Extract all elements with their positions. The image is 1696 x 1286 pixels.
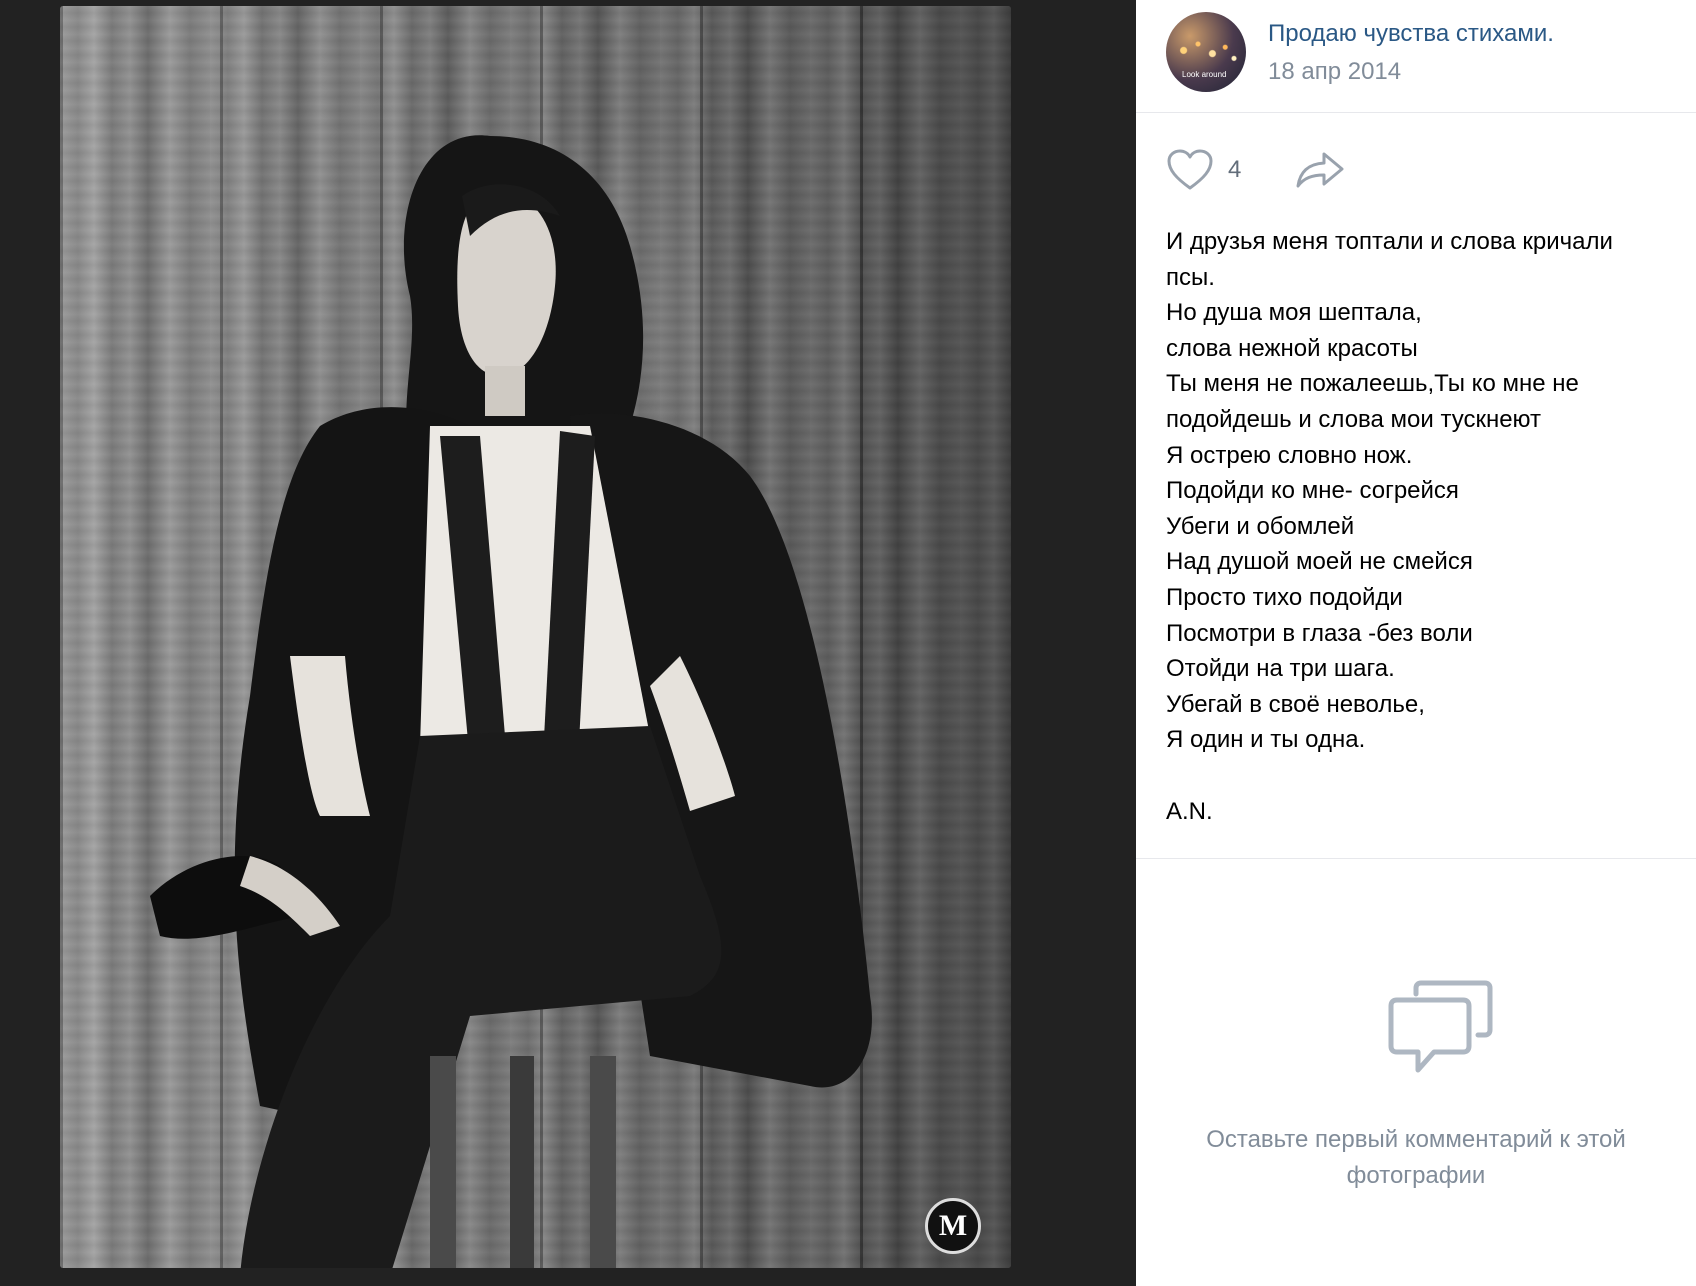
post-date[interactable]: 18 апр 2014 bbox=[1268, 58, 1401, 86]
post-signature: A.N. bbox=[1166, 797, 1213, 825]
post-text: И друзья меня топтали и слова кричали пс… bbox=[1166, 224, 1676, 829]
post-line: И друзья меня топтали и слова кричали bbox=[1166, 228, 1613, 255]
post-line: Посмотри в глаза -без воли bbox=[1166, 619, 1473, 647]
post-line: Я острею словно нож. bbox=[1166, 441, 1413, 469]
post-line: подойдешь и слова мои тускнеют bbox=[1166, 405, 1542, 433]
comment-icon bbox=[1388, 980, 1493, 1073]
avatar-caption: Look around bbox=[1182, 70, 1227, 79]
post-line: Отойди на три шага. bbox=[1166, 655, 1395, 683]
like-count: 4 bbox=[1228, 156, 1242, 183]
post-line: Подойди ко мне- согрейся bbox=[1166, 477, 1459, 505]
post-line: Я один и ты одна. bbox=[1166, 726, 1366, 754]
divider bbox=[1136, 858, 1696, 859]
photo-subject bbox=[150, 135, 872, 1268]
heart-icon bbox=[1167, 149, 1213, 190]
post-line: Ты меня не пожалеешь,Ты ко мне не bbox=[1166, 370, 1579, 398]
photo[interactable]: M bbox=[60, 6, 1011, 1268]
post-line: Просто тихо подойди bbox=[1166, 583, 1403, 611]
post-line: Убеги и обомлей bbox=[1166, 512, 1355, 540]
post-line: псы. bbox=[1166, 263, 1215, 291]
post-line: Над душой моей не смейся bbox=[1166, 548, 1473, 576]
like-button[interactable]: 4 bbox=[1166, 148, 1266, 192]
side-panel: Look around Продаю чувства стихами. 18 а… bbox=[1136, 0, 1696, 1286]
post-header: Look around Продаю чувства стихами. 18 а… bbox=[1136, 0, 1696, 113]
photo-viewer: M bbox=[0, 0, 1136, 1286]
share-button[interactable] bbox=[1294, 148, 1346, 192]
empty-comments-message: Оставьте первый комментарий к этой фотог… bbox=[1136, 1122, 1696, 1194]
share-icon bbox=[1296, 152, 1344, 188]
avatar[interactable]: Look around bbox=[1166, 12, 1246, 92]
avatar-image bbox=[1166, 12, 1246, 92]
post-line: Убегай в своё неволье, bbox=[1166, 690, 1425, 718]
group-name-link[interactable]: Продаю чувства стихами. bbox=[1268, 20, 1554, 48]
post-line: Но душа моя шептала, bbox=[1166, 299, 1422, 327]
empty-comments-line: фотографии bbox=[1346, 1162, 1486, 1189]
empty-comments-line: Оставьте первый комментарий к этой bbox=[1206, 1126, 1626, 1153]
magazine-watermark: M bbox=[925, 1198, 981, 1254]
post-line: слова нежной красоты bbox=[1166, 334, 1418, 362]
